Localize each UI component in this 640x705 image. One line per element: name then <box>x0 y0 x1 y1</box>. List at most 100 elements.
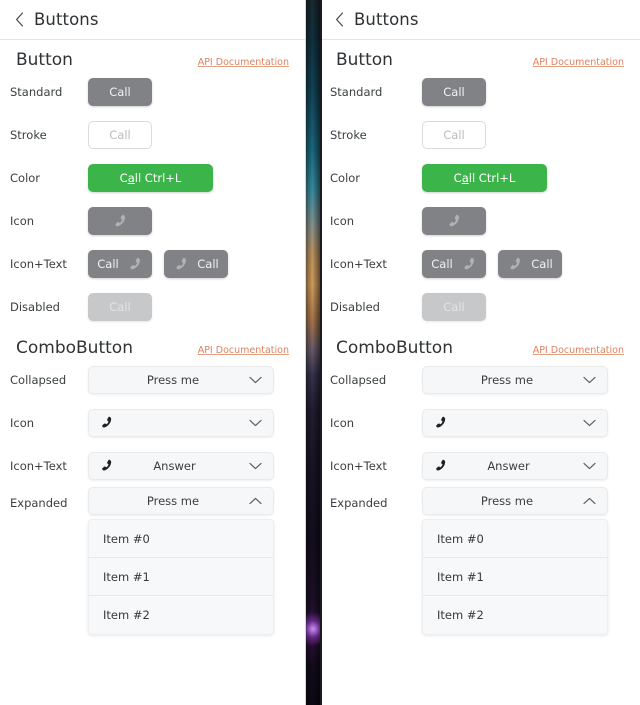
row-label: Expanded <box>10 496 68 510</box>
list-item[interactable]: Item #2 <box>89 596 273 634</box>
button-row-icontext: Icon+Text Call Call <box>320 242 640 285</box>
combo-button[interactable] <box>422 408 608 437</box>
icontext-call-button[interactable]: Call <box>498 249 562 278</box>
row-label-disabled: Disabled <box>10 299 60 314</box>
titlebar: Buttons <box>0 0 305 40</box>
color-call-button[interactable]: Call Ctrl+L <box>88 163 213 192</box>
row-controls: Call <box>422 77 486 106</box>
section-header: ComboButton API Documentation <box>320 328 640 358</box>
row-controls: Call <box>88 120 152 149</box>
chevron-down-icon[interactable] <box>581 376 597 384</box>
standard-call-button[interactable]: Call <box>422 77 486 106</box>
button-label: Call <box>109 299 131 314</box>
chevron-up-icon[interactable] <box>247 497 263 505</box>
phone-icon <box>99 458 114 473</box>
combo-row: Collapsed Press me <box>320 358 640 401</box>
phone-icon <box>433 458 448 473</box>
icontext-call-button[interactable]: Call <box>422 249 486 278</box>
chevron-up-icon[interactable] <box>581 497 597 505</box>
api-documentation-link[interactable]: API Documentation <box>533 345 624 356</box>
list-item[interactable]: Item #1 <box>423 558 607 596</box>
color-call-button[interactable]: Call Ctrl+L <box>422 163 547 192</box>
combobutton-section: ComboButton API Documentation Collapsed Pre… <box>320 328 640 635</box>
chevron-left-icon[interactable] <box>12 10 26 30</box>
combo-row: Expanded Press me Item #0 Item #1 Item #2 <box>0 487 305 635</box>
section-title: Button <box>336 50 393 70</box>
phone-icon <box>112 213 128 229</box>
button-row-icon: Icon <box>320 199 640 242</box>
button-label: Call <box>109 84 131 99</box>
desktop-wallpaper-strip <box>306 0 320 705</box>
button-row-color: Color Call Ctrl+L <box>0 156 305 199</box>
chevron-down-icon[interactable] <box>247 462 263 470</box>
combo-button[interactable]: Press me <box>422 487 608 515</box>
combo-button[interactable]: Answer <box>422 451 608 480</box>
combo-button[interactable] <box>88 408 274 437</box>
combobutton-section: ComboButton API Documentation Collapsed Pre… <box>0 328 305 635</box>
combo-button-label: Press me <box>480 494 534 508</box>
list-item[interactable]: Item #2 <box>423 596 607 634</box>
row-label-icon: Icon <box>330 213 355 228</box>
row-controls: Call <box>88 292 152 321</box>
combo-wrap: Answer <box>88 451 274 480</box>
chevron-down-icon[interactable] <box>247 376 263 384</box>
button-section: Button API Documentation Standard Call Strok… <box>320 40 640 328</box>
combo-button[interactable]: Answer <box>88 451 274 480</box>
row-controls: Call Ctrl+L <box>422 163 547 192</box>
icontext-call-button[interactable]: Call <box>164 249 228 278</box>
row-label-standard: Standard <box>10 84 63 99</box>
api-documentation-link[interactable]: API Documentation <box>533 57 624 68</box>
disabled-call-button: Call <box>422 292 486 321</box>
button-label: Call <box>443 299 465 314</box>
phone-icon <box>446 213 462 229</box>
row-controls: Call Ctrl+L <box>88 163 213 192</box>
phone-icon <box>127 256 143 272</box>
stroke-call-button[interactable]: Call <box>422 120 486 149</box>
page-body: Button API Documentation Standard Call Strok… <box>0 40 305 705</box>
color-button-label: Call Ctrl+L <box>119 170 182 185</box>
row-label: Icon+Text <box>10 458 67 473</box>
api-documentation-link[interactable]: API Documentation <box>198 345 289 356</box>
chevron-down-icon[interactable] <box>247 419 263 427</box>
wallpaper-shade <box>306 0 320 705</box>
row-label: Icon+Text <box>330 458 387 473</box>
combo-wrap <box>422 408 608 437</box>
combo-button-label: Press me <box>480 372 534 387</box>
row-controls: Call <box>422 292 486 321</box>
row-label: Collapsed <box>10 372 67 387</box>
icon-call-button[interactable] <box>422 206 486 235</box>
button-row-icontext: Icon+Text Call Call <box>0 242 305 285</box>
button-row-disabled: Disabled Call <box>320 285 640 328</box>
row-label-icon: Icon <box>10 213 35 228</box>
screen: Buttons Button API Documentation Standard Ca… <box>0 0 640 705</box>
section-title: Button <box>16 50 73 70</box>
chevron-down-icon[interactable] <box>581 462 597 470</box>
page-title: Buttons <box>354 10 419 29</box>
combo-dropdown-list: Item #0 Item #1 Item #2 <box>88 519 274 635</box>
combo-dropdown-list: Item #0 Item #1 Item #2 <box>422 519 608 635</box>
list-item[interactable]: Item #0 <box>423 520 607 558</box>
standard-call-button[interactable]: Call <box>88 77 152 106</box>
list-item[interactable]: Item #0 <box>89 520 273 558</box>
combo-wrap: Press me Item #0 Item #1 Item #2 <box>88 487 274 635</box>
combo-row: Expanded Press me Item #0 Item #1 Item #2 <box>320 487 640 635</box>
button-row-disabled: Disabled Call <box>0 285 305 328</box>
api-documentation-link[interactable]: API Documentation <box>198 57 289 68</box>
button-label: Call <box>443 127 465 142</box>
icon-call-button[interactable] <box>88 206 152 235</box>
list-item[interactable]: Item #1 <box>89 558 273 596</box>
button-row-stroke: Stroke Call <box>0 113 305 156</box>
row-label: Icon <box>330 415 355 430</box>
chevron-left-icon[interactable] <box>332 10 346 30</box>
combo-button[interactable]: Press me <box>88 365 274 394</box>
titlebar: Buttons <box>320 0 640 40</box>
row-label: Collapsed <box>330 372 387 387</box>
section-title: ComboButton <box>336 338 453 358</box>
chevron-down-icon[interactable] <box>581 419 597 427</box>
combo-wrap: Press me <box>422 365 608 394</box>
stroke-call-button[interactable]: Call <box>88 120 152 149</box>
icontext-call-button[interactable]: Call <box>88 249 152 278</box>
combo-button[interactable]: Press me <box>422 365 608 394</box>
combo-button[interactable]: Press me <box>88 487 274 515</box>
mnemonic-underline: a <box>461 170 469 185</box>
